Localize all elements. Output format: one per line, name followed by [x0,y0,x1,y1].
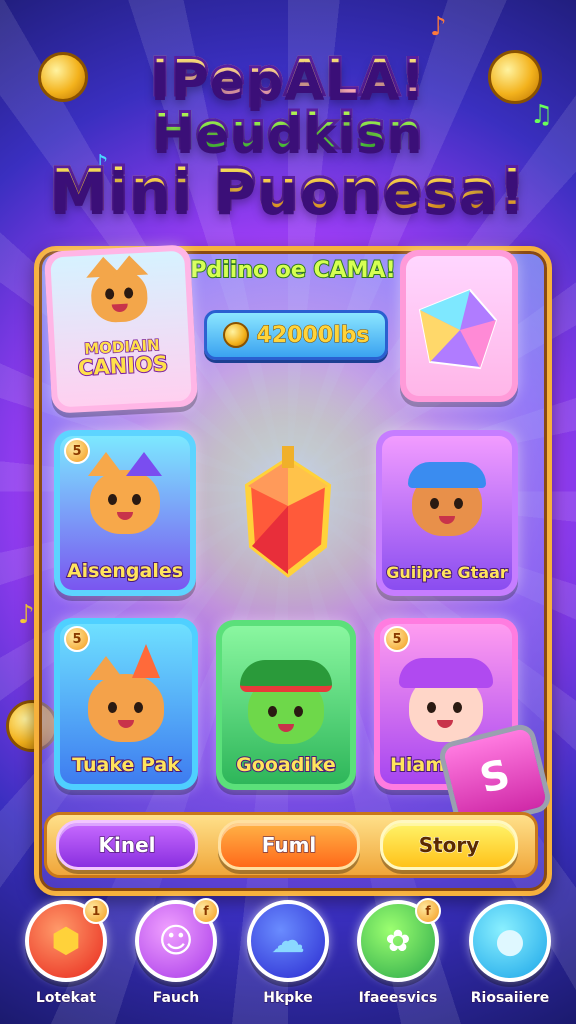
music-note-icon: ♪ [18,600,35,630]
eye [427,702,436,713]
ruby-gem-icon [244,446,332,578]
cloud-icon: ☁ [271,921,305,961]
nav-button[interactable]: ☺ f [135,898,219,982]
nav-button[interactable]: ✿ f [357,898,441,982]
story-button[interactable]: Story [380,820,518,870]
coin-counter-value: 42000lbs [256,322,370,348]
nav-label: Lotekat [35,990,97,1007]
mouth [118,720,134,728]
eye [294,706,303,717]
fuml-button[interactable]: Fuml [218,820,360,870]
cat-icon: ✿ [385,923,411,959]
ear [111,254,149,277]
title-line-1: IPepALA! [0,51,576,106]
card-tuake-pak[interactable]: 5 Tuake Pak [54,618,198,790]
coin-counter: 42000lbs [204,310,388,360]
eye [454,498,463,509]
eye [108,494,117,505]
card-aisengales[interactable]: 5 Aisengales [54,430,196,596]
nav-label: Fauch [152,990,200,1007]
party-hat [132,644,160,678]
eye [268,706,277,717]
card-label: Guiipre Gtaar [385,562,509,583]
nav-button[interactable]: ☁ [247,900,329,982]
eye [108,702,117,713]
card-badge: 5 [64,626,90,652]
mouth [117,512,133,520]
kinel-button[interactable]: Kinel [56,820,198,870]
card-modiain-canios[interactable]: MODIAIN CANIOS [43,244,199,414]
title-line-2: Heudkisn [0,105,576,158]
nav-badge: f [193,898,219,924]
eye [134,702,143,713]
card-guiipre-gtaar[interactable]: Guiipre Gtaar [376,430,518,596]
card-badge: 5 [64,438,90,464]
nav-badge: f [415,898,441,924]
card-gooadike[interactable]: Gooadike [216,620,356,790]
hair [399,658,493,688]
ear [126,452,162,476]
nav-item-riosaiiere[interactable]: ● Riosaiiere [462,900,558,1010]
card-label: Gooadike [235,753,337,777]
ear [88,452,124,476]
crystal-cube-icon [418,288,498,370]
fox-party-character-icon [88,644,164,742]
shield-icon: ⬢ [51,921,81,961]
bubble-icon: ● [495,921,525,961]
coin-icon [222,322,249,348]
mouth [437,720,453,728]
card-badge: 5 [384,626,410,652]
nav-label: Ifaeesvics [358,990,438,1007]
card-label: Aisengales [66,559,184,583]
nav-label: Hkpke [263,990,313,1007]
nav-item-fauch[interactable]: ☺ f Fauch [128,898,224,1010]
nav-button[interactable]: ● [469,900,551,982]
green-cat-character-icon [240,660,332,744]
nav-button[interactable]: ⬢ 1 [25,898,109,982]
nav-badge: 1 [83,898,109,924]
cap [408,462,486,488]
music-note-icon: ♪ [430,12,447,42]
nav-item-ifaeesvics[interactable]: ✿ f Ifaeesvics [350,898,446,1010]
nav-item-hkpke[interactable]: ☁ Hkpke [240,900,336,1010]
eye [104,288,115,300]
fox-cap-character-icon [408,462,486,536]
mouth [278,724,294,732]
game-title: IPepALA! Heudkisn Mini Puonesa! [0,51,576,220]
panel-subtitle: Pdiino oe CAMA! [189,257,396,284]
hat [240,660,332,692]
ghost-icon: ☺ [158,921,194,961]
eye [123,287,134,299]
eye [453,702,462,713]
nav-item-lotekat[interactable]: ⬢ 1 Lotekat [18,898,114,1010]
mouth [111,303,129,313]
fox-character-icon [88,452,162,534]
card-label: Tuake Pak [71,753,181,777]
mouth [439,516,455,524]
ear [88,656,124,680]
cat-character-icon [85,254,149,324]
title-line-3: Mini Puonesa! [0,159,576,220]
eye [430,498,439,509]
nav-label: Riosaiiere [470,990,550,1007]
girl-character-icon [399,658,493,742]
eye [132,494,141,505]
card-crystal[interactable] [400,250,518,402]
